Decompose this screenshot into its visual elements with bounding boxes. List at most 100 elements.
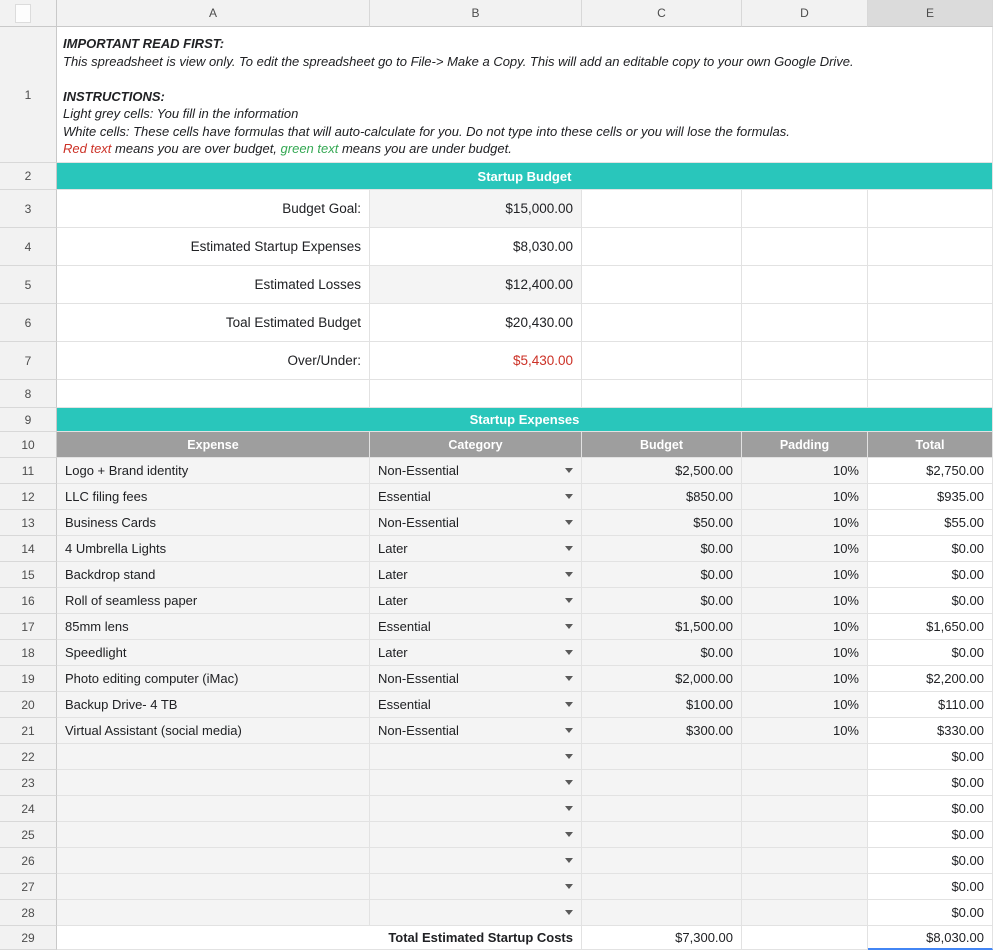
empty-cell[interactable] xyxy=(582,190,742,228)
budget-goal-label[interactable]: Budget Goal: xyxy=(57,190,370,228)
row-header-10[interactable]: 10 xyxy=(0,432,57,458)
row-header-27[interactable]: 27 xyxy=(0,874,57,900)
padding-cell[interactable]: 10% xyxy=(742,692,868,718)
row-header-7[interactable]: 7 xyxy=(0,342,57,380)
dropdown-arrow-icon[interactable] xyxy=(565,598,573,603)
over-under-label[interactable]: Over/Under: xyxy=(57,342,370,380)
expense-name-cell[interactable]: 4 Umbrella Lights xyxy=(57,536,370,562)
expense-name-cell[interactable]: Roll of seamless paper xyxy=(57,588,370,614)
estimated-losses-value[interactable]: $12,400.00 xyxy=(370,266,582,304)
dropdown-arrow-icon[interactable] xyxy=(565,884,573,889)
budget-goal-value[interactable]: $15,000.00 xyxy=(370,190,582,228)
select-all-corner[interactable] xyxy=(0,0,57,27)
total-cell[interactable]: $55.00 xyxy=(868,510,993,536)
total-cell[interactable]: $0.00 xyxy=(868,536,993,562)
empty-cell[interactable] xyxy=(868,228,993,266)
category-cell[interactable]: Later xyxy=(370,536,582,562)
budget-title-cell[interactable]: Startup Budget xyxy=(57,163,993,190)
category-cell[interactable] xyxy=(370,822,582,848)
category-cell[interactable]: Non-Essential xyxy=(370,458,582,484)
category-cell[interactable]: Non-Essential xyxy=(370,718,582,744)
padding-cell[interactable]: 10% xyxy=(742,458,868,484)
expense-name-cell[interactable] xyxy=(57,796,370,822)
row-header-18[interactable]: 18 xyxy=(0,640,57,666)
category-cell[interactable]: Later xyxy=(370,588,582,614)
dropdown-arrow-icon[interactable] xyxy=(565,858,573,863)
expense-name-cell[interactable] xyxy=(57,770,370,796)
dropdown-arrow-icon[interactable] xyxy=(565,780,573,785)
category-cell[interactable]: Essential xyxy=(370,692,582,718)
padding-cell[interactable] xyxy=(742,822,868,848)
dropdown-arrow-icon[interactable] xyxy=(565,806,573,811)
padding-cell[interactable]: 10% xyxy=(742,718,868,744)
total-cell[interactable]: $0.00 xyxy=(868,744,993,770)
total-cell[interactable]: $0.00 xyxy=(868,770,993,796)
empty-cell[interactable] xyxy=(742,228,868,266)
estimated-startup-expenses-value[interactable]: $8,030.00 xyxy=(370,228,582,266)
empty-cell[interactable] xyxy=(868,342,993,380)
expense-name-cell[interactable] xyxy=(57,744,370,770)
total-cell[interactable]: $935.00 xyxy=(868,484,993,510)
empty-cell[interactable] xyxy=(742,190,868,228)
padding-cell[interactable]: 10% xyxy=(742,484,868,510)
expense-name-cell[interactable]: Photo editing computer (iMac) xyxy=(57,666,370,692)
total-budget-cell[interactable]: $7,300.00 xyxy=(582,926,742,950)
column-header-a[interactable]: A xyxy=(57,0,370,27)
total-cell[interactable]: $0.00 xyxy=(868,848,993,874)
total-cell[interactable]: $0.00 xyxy=(868,822,993,848)
total-cell[interactable]: $2,200.00 xyxy=(868,666,993,692)
category-cell[interactable] xyxy=(370,874,582,900)
budget-cell[interactable]: $850.00 xyxy=(582,484,742,510)
budget-cell[interactable]: $0.00 xyxy=(582,640,742,666)
row-header-9[interactable]: 9 xyxy=(0,408,57,432)
budget-cell[interactable] xyxy=(582,770,742,796)
empty-cell[interactable] xyxy=(582,380,742,408)
budget-cell[interactable] xyxy=(582,900,742,926)
expense-name-cell[interactable]: Backup Drive- 4 TB xyxy=(57,692,370,718)
budget-cell[interactable]: $2,000.00 xyxy=(582,666,742,692)
dropdown-arrow-icon[interactable] xyxy=(565,676,573,681)
budget-cell[interactable] xyxy=(582,874,742,900)
total-cell[interactable]: $0.00 xyxy=(868,562,993,588)
grand-total-cell[interactable]: $8,030.00 xyxy=(868,926,993,950)
empty-cell[interactable] xyxy=(868,190,993,228)
dropdown-arrow-icon[interactable] xyxy=(565,624,573,629)
column-header-d[interactable]: D xyxy=(742,0,868,27)
row-header-2[interactable]: 2 xyxy=(0,163,57,190)
padding-cell[interactable]: 10% xyxy=(742,588,868,614)
expense-name-cell[interactable] xyxy=(57,874,370,900)
padding-cell[interactable] xyxy=(742,900,868,926)
row-header-21[interactable]: 21 xyxy=(0,718,57,744)
padding-cell[interactable] xyxy=(742,796,868,822)
budget-cell[interactable] xyxy=(582,848,742,874)
dropdown-arrow-icon[interactable] xyxy=(565,494,573,499)
expenses-header-expense[interactable]: Expense xyxy=(57,432,370,458)
dropdown-arrow-icon[interactable] xyxy=(565,546,573,551)
dropdown-arrow-icon[interactable] xyxy=(565,754,573,759)
padding-cell[interactable]: 10% xyxy=(742,510,868,536)
padding-cell[interactable] xyxy=(742,770,868,796)
expense-name-cell[interactable] xyxy=(57,848,370,874)
padding-cell[interactable] xyxy=(742,848,868,874)
row-header-6[interactable]: 6 xyxy=(0,304,57,342)
budget-cell[interactable]: $50.00 xyxy=(582,510,742,536)
budget-cell[interactable]: $0.00 xyxy=(582,536,742,562)
padding-cell[interactable]: 10% xyxy=(742,562,868,588)
expense-name-cell[interactable]: Speedlight xyxy=(57,640,370,666)
empty-cell[interactable] xyxy=(582,304,742,342)
category-cell[interactable] xyxy=(370,848,582,874)
padding-cell[interactable]: 10% xyxy=(742,536,868,562)
empty-cell[interactable] xyxy=(582,266,742,304)
category-cell[interactable]: Essential xyxy=(370,484,582,510)
dropdown-arrow-icon[interactable] xyxy=(565,702,573,707)
column-header-c[interactable]: C xyxy=(582,0,742,27)
expense-name-cell[interactable]: Virtual Assistant (social media) xyxy=(57,718,370,744)
category-cell[interactable] xyxy=(370,770,582,796)
dropdown-arrow-icon[interactable] xyxy=(565,572,573,577)
padding-cell[interactable]: 10% xyxy=(742,666,868,692)
expenses-header-padding[interactable]: Padding xyxy=(742,432,868,458)
category-cell[interactable]: Later xyxy=(370,640,582,666)
empty-cell[interactable] xyxy=(57,380,370,408)
row-header-22[interactable]: 22 xyxy=(0,744,57,770)
expense-name-cell[interactable]: Backdrop stand xyxy=(57,562,370,588)
